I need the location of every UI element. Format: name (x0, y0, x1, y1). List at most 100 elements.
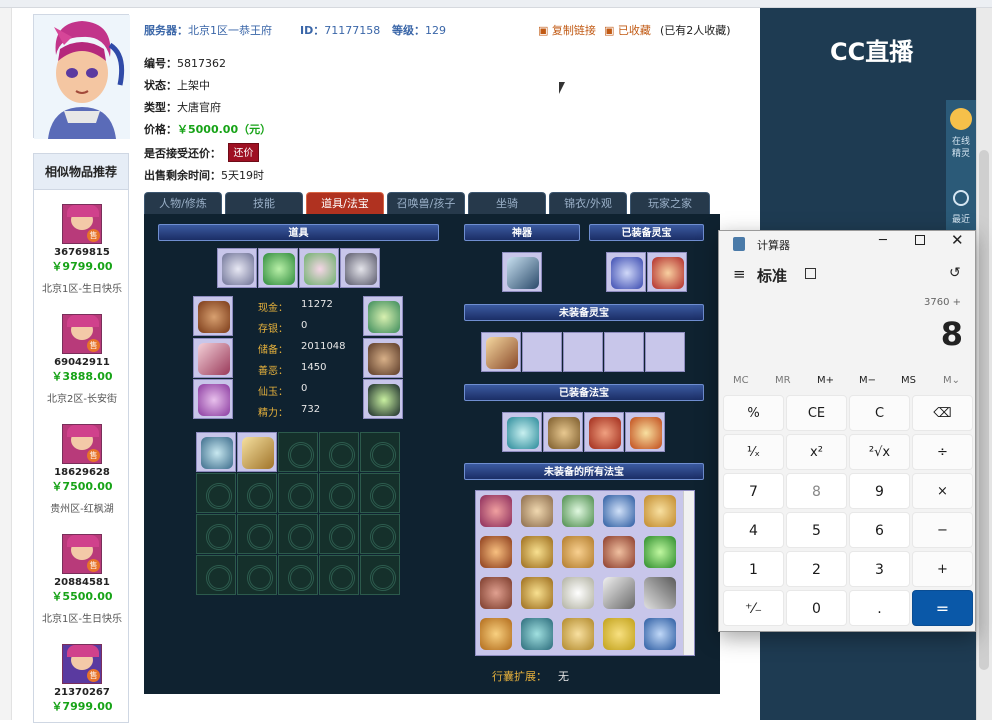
equipment-slot[interactable] (193, 379, 233, 419)
similar-item-thumbnail[interactable]: 售 (62, 424, 102, 464)
magic-item-icon[interactable] (562, 536, 594, 568)
magic-gourd-icon[interactable] (548, 417, 580, 449)
similar-item-server[interactable]: 北京1区-生日快乐 (34, 610, 130, 625)
equipment-slot[interactable] (193, 338, 233, 378)
similar-item-thumbnail[interactable]: 售 (62, 314, 102, 354)
magic-item-icon[interactable] (603, 577, 635, 609)
magic-item-icon[interactable] (562, 618, 594, 650)
similar-item[interactable]: 售 69042911 ￥3888.00 北京2区-长安街 (34, 314, 130, 405)
inventory-slot[interactable] (278, 432, 318, 472)
square-root-button[interactable]: ²√x (849, 434, 910, 470)
magic-item-icon[interactable] (480, 495, 512, 527)
similar-item-server[interactable]: 贵州区-红枫湖 (34, 500, 130, 515)
artifact-icon[interactable] (507, 257, 539, 289)
memory-list-button[interactable]: M⌄ (943, 375, 960, 386)
equipment-slot[interactable] (363, 379, 403, 419)
copy-link-button[interactable]: ▣ 复制链接 (538, 22, 596, 38)
spirit-slot[interactable] (606, 252, 646, 292)
similar-item-server[interactable]: 北京2区-长安街 (34, 390, 130, 405)
digit-9-button[interactable]: 9 (849, 473, 910, 509)
magic-slot[interactable] (502, 412, 542, 452)
equipment-slot[interactable] (363, 338, 403, 378)
clock-icon[interactable] (953, 190, 969, 206)
magic-item-icon[interactable] (521, 495, 553, 527)
magic-item-icon[interactable] (562, 577, 594, 609)
spirit-slot[interactable] (522, 332, 562, 372)
similar-item[interactable]: 售 18629628 ￥7500.00 贵州区-红枫湖 (34, 424, 130, 515)
square-button[interactable]: x² (786, 434, 847, 470)
inventory-slot[interactable] (196, 514, 236, 554)
digit-0-button[interactable]: 0 (786, 590, 847, 626)
spirit-slot[interactable] (563, 332, 603, 372)
equipment-slot[interactable] (363, 296, 403, 336)
favorite-button[interactable]: ▣ 已收藏 (604, 22, 651, 38)
spirit-slot[interactable] (647, 252, 687, 292)
minus-button[interactable]: − (912, 512, 973, 548)
plus-button[interactable]: + (912, 551, 973, 587)
maximize-icon[interactable] (915, 235, 925, 245)
digit-4-button[interactable]: 4 (723, 512, 784, 548)
armor-icon[interactable] (368, 343, 400, 375)
equipment-slot[interactable] (217, 248, 257, 288)
magic-item-icon[interactable] (644, 577, 676, 609)
inventory-slot[interactable] (360, 514, 400, 554)
bell-icon[interactable] (521, 577, 553, 609)
unequipped-magic-list[interactable] (475, 490, 695, 656)
inventory-slot[interactable] (237, 473, 277, 513)
necklace-icon[interactable] (368, 301, 400, 333)
magic-item-icon[interactable] (480, 577, 512, 609)
digit-8-button[interactable]: 8 (786, 473, 847, 509)
magic-item-icon[interactable] (603, 536, 635, 568)
inventory-slot[interactable] (237, 555, 277, 595)
memory-clear-button[interactable]: MC (733, 375, 749, 386)
tab-items[interactable]: 道具/法宝 (306, 192, 384, 214)
memory-add-button[interactable]: M+ (817, 375, 834, 386)
magic-slot[interactable] (584, 412, 624, 452)
similar-item-thumbnail[interactable]: 售 (62, 534, 102, 574)
spirit-slot[interactable] (645, 332, 685, 372)
digit-3-button[interactable]: 3 (849, 551, 910, 587)
chain-icon[interactable] (345, 253, 377, 285)
spirit-blade-icon[interactable] (611, 257, 643, 289)
similar-item-server[interactable]: 北京1区-生日快乐 (34, 280, 130, 295)
magic-figure-icon[interactable] (507, 417, 539, 449)
recent-label[interactable]: 最近 (946, 212, 976, 225)
spirit-icon[interactable] (486, 337, 518, 369)
minimize-icon[interactable]: ─ (879, 233, 887, 248)
artifact-slot[interactable] (502, 252, 542, 292)
memory-store-button[interactable]: MS (901, 375, 916, 386)
magic-item-icon[interactable] (603, 618, 635, 650)
equipment-slot[interactable] (193, 296, 233, 336)
magic-list-scrollbar[interactable] (683, 491, 694, 655)
divide-button[interactable]: ÷ (912, 434, 973, 470)
equals-button[interactable]: = (912, 590, 973, 626)
inventory-slot[interactable] (360, 473, 400, 513)
tab-home[interactable]: 玩家之家 (630, 192, 710, 214)
magic-item-icon[interactable] (521, 618, 553, 650)
close-icon[interactable]: ✕ (951, 231, 964, 249)
negate-button[interactable]: ⁺⁄₋ (723, 590, 784, 626)
magic-slot[interactable] (625, 412, 665, 452)
lantern-icon[interactable] (201, 437, 233, 469)
inventory-slot[interactable] (319, 432, 359, 472)
keep-on-top-icon[interactable] (805, 268, 816, 279)
magic-item-icon[interactable] (562, 495, 594, 527)
clear-button[interactable]: C (849, 395, 910, 431)
decimal-button[interactable]: . (849, 590, 910, 626)
boot-icon[interactable] (198, 301, 230, 333)
equipment-slot[interactable] (340, 248, 380, 288)
ring-icon[interactable] (222, 253, 254, 285)
sword-icon[interactable] (198, 343, 230, 375)
staff-icon[interactable] (242, 437, 274, 469)
digit-5-button[interactable]: 5 (786, 512, 847, 548)
inventory-slot[interactable] (319, 473, 359, 513)
inventory-slot[interactable] (278, 514, 318, 554)
equipment-slot[interactable] (258, 248, 298, 288)
magic-item-icon[interactable] (480, 618, 512, 650)
backspace-button[interactable]: ⌫ (912, 395, 973, 431)
magic-item-icon[interactable] (644, 618, 676, 650)
tab-outfits[interactable]: 锦衣/外观 (549, 192, 627, 214)
inventory-slot[interactable] (237, 514, 277, 554)
magic-crown-icon[interactable] (630, 417, 662, 449)
magic-slot[interactable] (543, 412, 583, 452)
